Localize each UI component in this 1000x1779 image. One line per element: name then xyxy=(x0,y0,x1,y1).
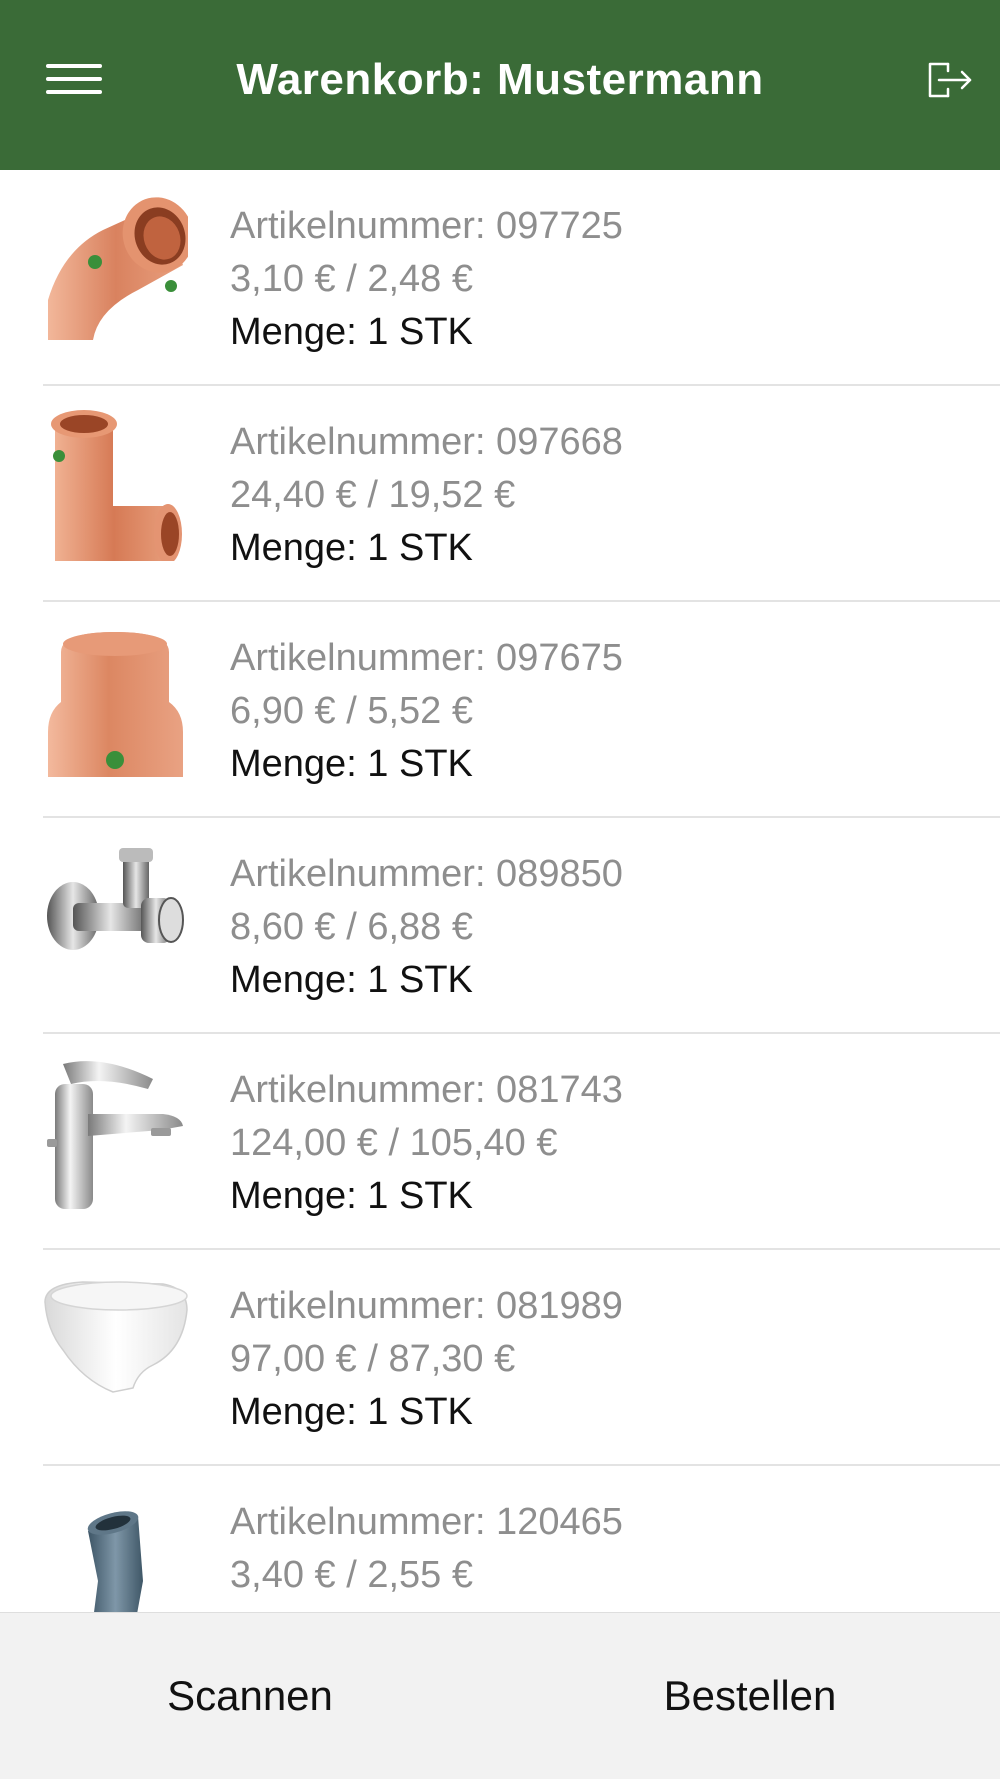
logout-icon[interactable] xyxy=(924,58,974,102)
quantity: Menge: 1 STK xyxy=(230,1175,473,1217)
article-number: Artikelnummer: 097668 xyxy=(230,421,623,463)
cart-item[interactable]: Artikelnummer: 081743 124,00 € / 105,40 … xyxy=(43,1034,1000,1250)
price: 97,00 € / 87,30 € xyxy=(230,1338,516,1380)
quantity: Menge: 1 STK xyxy=(230,1602,623,1612)
price: 8,60 € / 6,88 € xyxy=(230,906,473,948)
product-image-copper-elbow-90 xyxy=(43,406,188,561)
cart-item[interactable]: Artikelnummer: 120465 3,40 € / 2,55 € Me… xyxy=(43,1466,1000,1612)
article-number: Artikelnummer: 097725 xyxy=(230,205,623,247)
scan-button[interactable]: Scannen xyxy=(0,1613,500,1779)
price: 3,40 € / 2,55 € xyxy=(230,1554,473,1596)
cart-item[interactable]: Artikelnummer: 097668 24,40 € / 19,52 € … xyxy=(43,386,1000,602)
quantity: Menge: 1 STK xyxy=(230,527,473,569)
cart-item-list[interactable]: Artikelnummer: 097725 3,10 € / 2,48 € Me… xyxy=(0,170,1000,1612)
article-number: Artikelnummer: 120465 xyxy=(230,1501,623,1543)
article-number: Artikelnummer: 097675 xyxy=(230,637,623,679)
product-image-basin-faucet xyxy=(43,1054,188,1209)
app-header: Warenkorb: Mustermann xyxy=(0,0,1000,170)
product-image-wall-hung-toilet xyxy=(43,1270,188,1425)
page-title: Warenkorb: Mustermann xyxy=(236,55,764,104)
quantity: Menge: 1 STK xyxy=(230,311,473,353)
quantity: Menge: 1 STK xyxy=(230,1391,473,1433)
quantity: Menge: 1 STK xyxy=(230,959,473,1001)
cart-item[interactable]: Artikelnummer: 097725 3,10 € / 2,48 € Me… xyxy=(43,170,1000,386)
price: 6,90 € / 5,52 € xyxy=(230,690,473,732)
article-number: Artikelnummer: 089850 xyxy=(230,853,623,895)
cart-item[interactable]: Artikelnummer: 081989 97,00 € / 87,30 € … xyxy=(43,1250,1000,1466)
product-image-copper-elbow-45 xyxy=(43,190,188,345)
price: 24,40 € / 19,52 € xyxy=(230,474,516,516)
quantity: Menge: 1 STK xyxy=(230,743,473,785)
cart-item[interactable]: Artikelnummer: 089850 8,60 € / 6,88 € Me… xyxy=(43,818,1000,1034)
cart-item[interactable]: Artikelnummer: 097675 6,90 € / 5,52 € Me… xyxy=(43,602,1000,818)
product-image-copper-end-cap xyxy=(43,622,188,777)
price: 3,10 € / 2,48 € xyxy=(230,258,473,300)
product-image-angle-valve xyxy=(43,838,188,993)
price: 124,00 € / 105,40 € xyxy=(230,1122,558,1164)
product-image-drain-pipe-bend xyxy=(43,1486,188,1612)
article-number: Artikelnummer: 081989 xyxy=(230,1285,623,1327)
article-number: Artikelnummer: 081743 xyxy=(230,1069,623,1111)
bottom-toolbar: Scannen Bestellen xyxy=(0,1612,1000,1779)
order-button[interactable]: Bestellen xyxy=(500,1613,1000,1779)
